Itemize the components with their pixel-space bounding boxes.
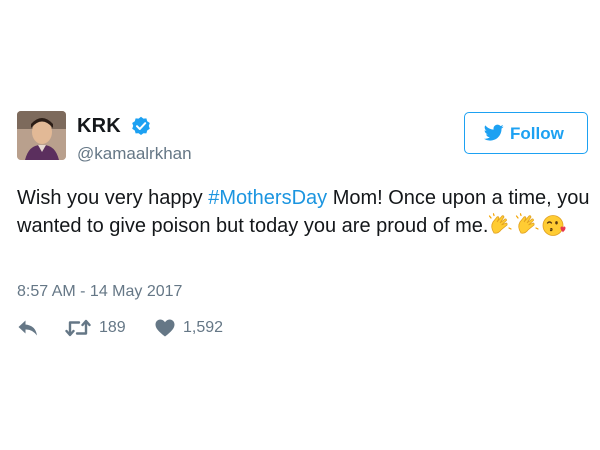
verified-badge-icon [131, 116, 151, 136]
heart-icon [155, 319, 175, 337]
tweet-timestamp[interactable]: 8:57 AM - 14 May 2017 [17, 282, 182, 302]
clapping-hands-emoji-icon [515, 213, 540, 237]
display-name[interactable]: KRK [77, 114, 121, 138]
like-button[interactable]: 1,592 [155, 316, 255, 340]
retweet-count: 189 [99, 319, 126, 336]
retweet-icon [65, 319, 91, 337]
reply-button[interactable] [17, 316, 39, 340]
reply-icon [18, 320, 37, 336]
tweet-text-start: Wish you very happy [17, 187, 209, 209]
follow-button-label: Follow [510, 124, 564, 143]
tweet-card: KRK @kamaalrkhan Follow Wish you very ha… [0, 0, 600, 450]
face-blowing-kiss-emoji-icon [542, 213, 566, 237]
follow-button[interactable]: Follow [464, 112, 588, 154]
retweet-button[interactable]: 189 [65, 316, 155, 340]
clapping-hands-emoji-icon [488, 213, 513, 237]
twitter-bird-icon [483, 124, 504, 142]
like-count: 1,592 [183, 319, 224, 336]
avatar[interactable] [17, 111, 66, 160]
user-handle[interactable]: @kamaalrkhan [77, 143, 192, 165]
tweet-text: Wish you very happy #MothersDay Mom! Onc… [17, 184, 592, 240]
hashtag-link[interactable]: #MothersDay [208, 187, 327, 209]
